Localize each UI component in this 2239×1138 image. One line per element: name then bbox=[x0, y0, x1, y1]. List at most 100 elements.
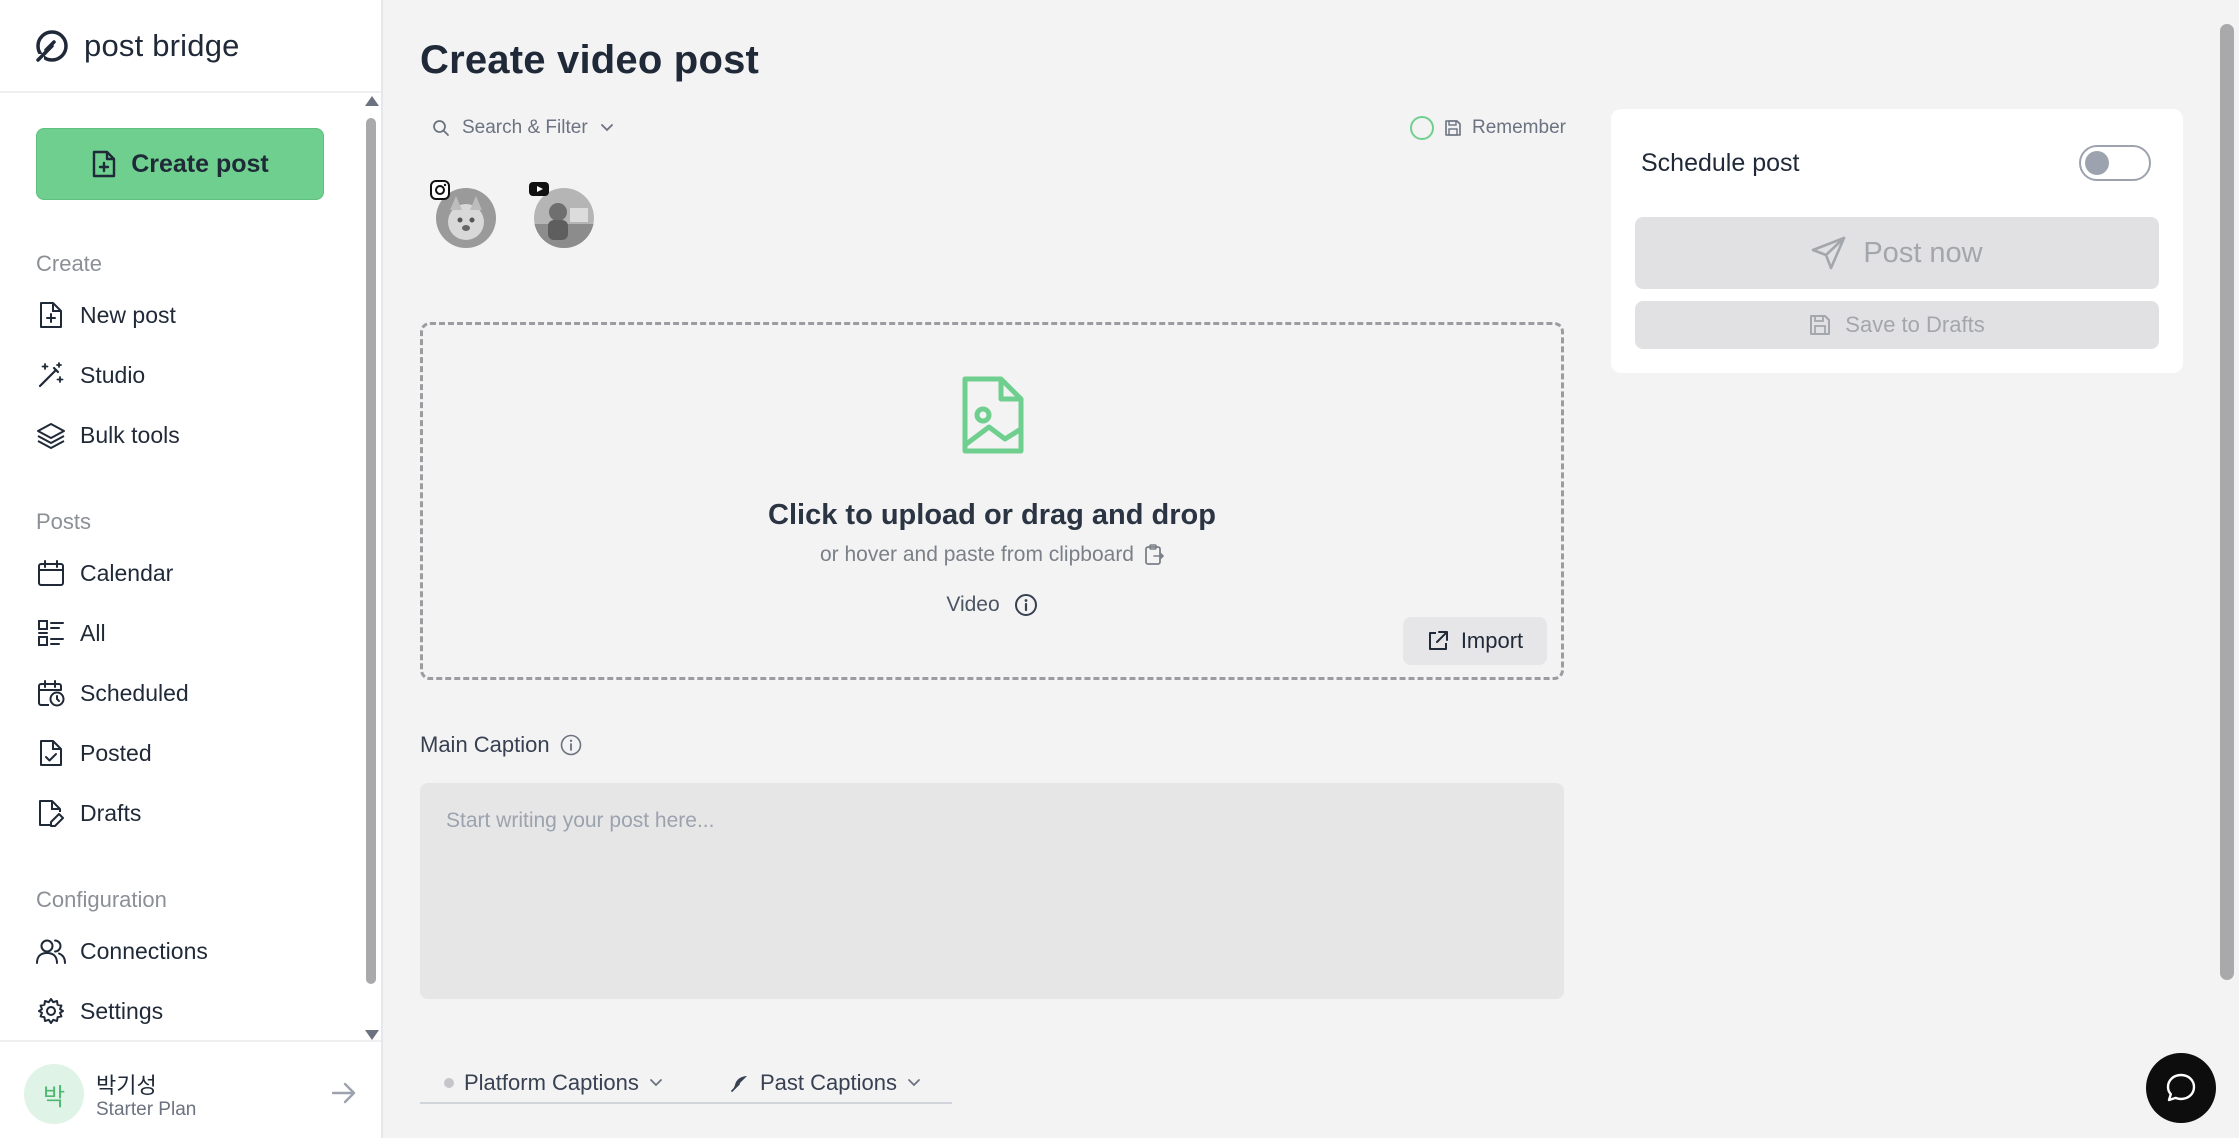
send-icon bbox=[1811, 236, 1847, 270]
main-caption-label-row: Main Caption bbox=[420, 730, 582, 760]
import-button[interactable]: Import bbox=[1403, 617, 1547, 665]
remember-label: Remember bbox=[1472, 117, 1566, 138]
chat-button[interactable] bbox=[2146, 1053, 2216, 1123]
nav-new-post[interactable]: New post bbox=[36, 295, 336, 335]
nav-drafts-label: Drafts bbox=[80, 799, 142, 826]
brand[interactable]: post bridge bbox=[34, 24, 240, 68]
brand-divider bbox=[0, 91, 381, 93]
nav-posted-label: Posted bbox=[80, 739, 152, 766]
file-check-icon bbox=[36, 738, 66, 768]
nav-new-post-label: New post bbox=[80, 301, 176, 328]
nav-settings-label: Settings bbox=[80, 997, 164, 1024]
caption-tabs: Platform Captions Past Captions bbox=[420, 1064, 952, 1104]
tab-past-captions[interactable]: Past Captions bbox=[730, 1066, 921, 1100]
gear-icon bbox=[36, 996, 66, 1026]
remember-checkbox[interactable] bbox=[1410, 116, 1434, 140]
publish-panel: Schedule post Post now Save to Drafts bbox=[1611, 109, 2183, 373]
youtube-icon bbox=[528, 180, 550, 198]
nav-bulk-tools-label: Bulk tools bbox=[80, 421, 180, 448]
schedule-post-toggle[interactable] bbox=[2079, 145, 2151, 181]
user-name: 박기성 bbox=[96, 1073, 157, 1098]
file-pen-icon bbox=[36, 798, 66, 828]
post-bridge-logo-icon bbox=[34, 28, 70, 64]
sidebar-scrollbar[interactable] bbox=[364, 96, 379, 1040]
layers-icon bbox=[36, 420, 66, 450]
account-instagram[interactable] bbox=[430, 180, 496, 248]
nav-connections[interactable]: Connections bbox=[36, 931, 336, 971]
search-filter-label: Search & Filter bbox=[462, 117, 588, 138]
save-icon bbox=[1809, 314, 1831, 336]
calendar-icon bbox=[36, 558, 66, 588]
external-link-icon bbox=[1427, 630, 1449, 652]
nav-connections-label: Connections bbox=[80, 937, 208, 964]
toggle-knob bbox=[2085, 151, 2109, 175]
file-plus-icon bbox=[91, 149, 117, 179]
arrow-right-icon[interactable] bbox=[330, 1080, 358, 1106]
page-scrollbar[interactable] bbox=[2220, 24, 2234, 980]
main-caption-input[interactable] bbox=[420, 783, 1564, 999]
upload-dropzone[interactable]: Click to upload or drag and drop or hove… bbox=[420, 322, 1564, 680]
list-icon bbox=[36, 618, 66, 648]
create-post-label: Create post bbox=[131, 149, 269, 178]
info-icon[interactable] bbox=[560, 734, 582, 756]
clipboard-icon bbox=[1144, 544, 1164, 566]
tab-platform-captions-label: Platform Captions bbox=[464, 1070, 639, 1095]
search-filter-button[interactable]: Search & Filter bbox=[432, 114, 614, 142]
nav-calendar[interactable]: Calendar bbox=[36, 553, 336, 593]
upload-type: Video bbox=[946, 593, 1000, 616]
nav-all[interactable]: All bbox=[36, 613, 336, 653]
nav-studio[interactable]: Studio bbox=[36, 355, 336, 395]
calendar-clock-icon bbox=[36, 678, 66, 708]
main-caption-label: Main Caption bbox=[420, 732, 550, 757]
chevron-down-icon bbox=[907, 1078, 921, 1088]
section-posts: Posts bbox=[36, 509, 92, 534]
chat-bubble-icon bbox=[2164, 1071, 2198, 1105]
section-create: Create bbox=[36, 251, 103, 276]
magic-wand-icon bbox=[36, 360, 66, 390]
save-to-drafts-button[interactable]: Save to Drafts bbox=[1635, 301, 2159, 349]
nav-studio-label: Studio bbox=[80, 361, 146, 388]
upload-type-row: Video bbox=[423, 593, 1561, 617]
post-now-label: Post now bbox=[1863, 236, 1983, 269]
status-dot bbox=[444, 1078, 454, 1088]
account-youtube[interactable] bbox=[529, 182, 594, 248]
nav-all-label: All bbox=[80, 619, 106, 646]
section-configuration: Configuration bbox=[36, 887, 167, 912]
post-now-button[interactable]: Post now bbox=[1635, 217, 2159, 289]
import-label: Import bbox=[1460, 628, 1524, 653]
nav-calendar-label: Calendar bbox=[80, 559, 174, 586]
instagram-icon bbox=[430, 180, 450, 200]
users-icon bbox=[36, 936, 66, 966]
user-plan: Starter Plan bbox=[96, 1099, 197, 1120]
nav-settings[interactable]: Settings bbox=[36, 991, 336, 1031]
file-image-icon bbox=[959, 375, 1025, 455]
chevron-down-icon bbox=[649, 1078, 663, 1088]
upload-subtitle: or hover and paste from clipboard bbox=[819, 543, 1134, 566]
tab-platform-captions[interactable]: Platform Captions bbox=[444, 1066, 663, 1100]
save-icon bbox=[1444, 119, 1462, 137]
upload-title: Click to upload or drag and drop bbox=[768, 499, 1216, 531]
nav-bulk-tools[interactable]: Bulk tools bbox=[36, 415, 336, 455]
tab-past-captions-label: Past Captions bbox=[760, 1070, 897, 1095]
nav-scheduled[interactable]: Scheduled bbox=[36, 673, 336, 713]
nav-posted[interactable]: Posted bbox=[36, 733, 336, 773]
feather-icon bbox=[730, 1073, 750, 1093]
upload-subtitle-row: or hover and paste from clipboard bbox=[423, 543, 1561, 567]
user-divider bbox=[0, 1040, 381, 1042]
scroll-up-arrow-icon[interactable] bbox=[365, 96, 379, 106]
nav-scheduled-label: Scheduled bbox=[80, 679, 189, 706]
page-title: Create video post bbox=[420, 38, 760, 82]
remember-option[interactable]: Remember bbox=[1410, 114, 1566, 142]
brand-name: post bridge bbox=[84, 28, 240, 63]
info-icon[interactable] bbox=[1014, 593, 1038, 617]
save-to-drafts-label: Save to Drafts bbox=[1845, 312, 1985, 337]
search-icon bbox=[432, 119, 450, 137]
create-post-button[interactable]: Create post bbox=[36, 128, 324, 200]
sidebar-scroll-thumb[interactable] bbox=[366, 118, 376, 984]
nav-drafts[interactable]: Drafts bbox=[36, 793, 336, 833]
schedule-post-label: Schedule post bbox=[1641, 149, 1800, 177]
chevron-down-icon bbox=[600, 123, 614, 133]
sidebar: post bridge Create post Create New post … bbox=[0, 0, 383, 1138]
scroll-down-arrow-icon[interactable] bbox=[365, 1030, 379, 1040]
avatar[interactable]: 박 bbox=[24, 1064, 84, 1124]
